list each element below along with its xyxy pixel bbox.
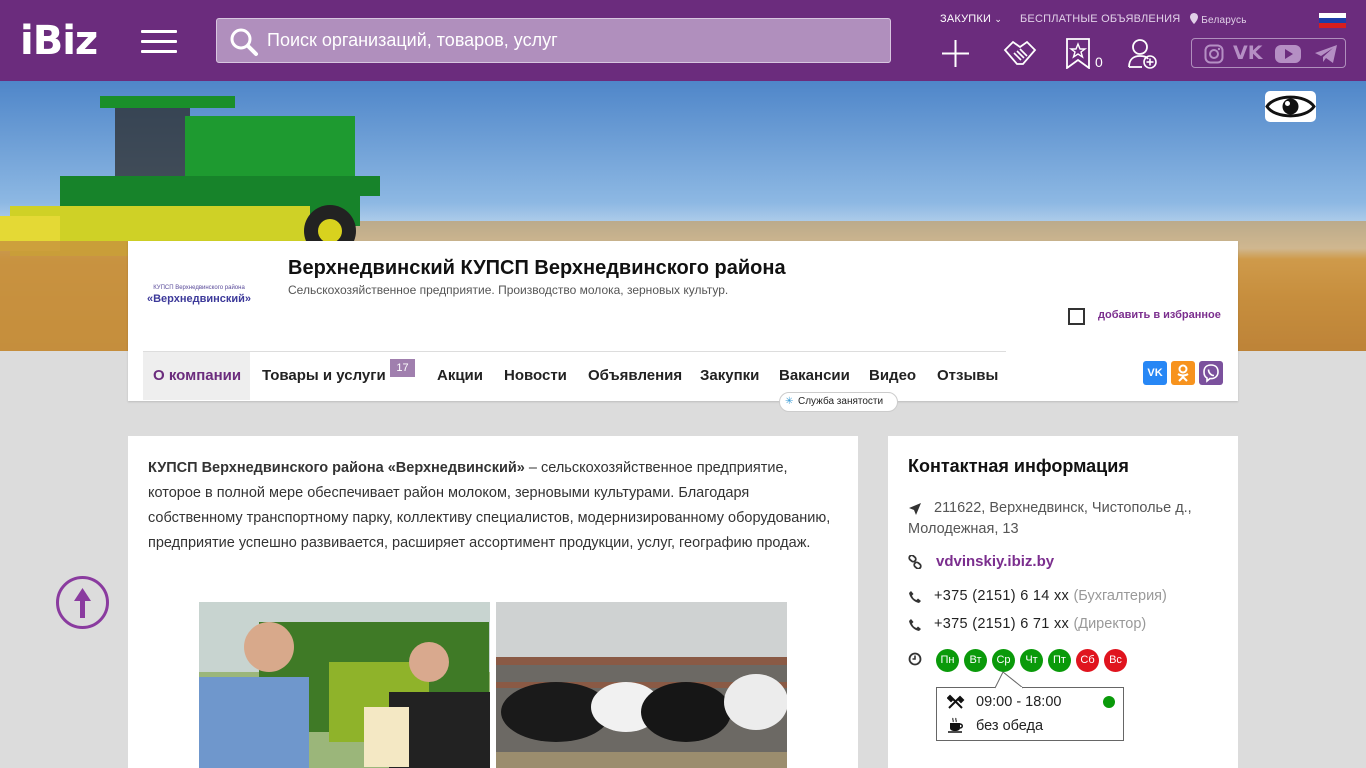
phone-number[interactable]: +375 (2151) 6 71 xx <box>934 616 1069 632</box>
add-icon[interactable] <box>940 38 971 69</box>
purchases-link[interactable]: ЗАКУПКИ ⌄ <box>940 13 1002 25</box>
search-input[interactable] <box>267 19 867 62</box>
photo-cows[interactable] <box>496 602 787 768</box>
day-sun[interactable]: Вс <box>1104 649 1127 672</box>
add-user-icon[interactable] <box>1128 38 1158 69</box>
tab-promotions[interactable]: Акции <box>437 367 483 384</box>
company-logo: КУПСП Верхнедвинского района «Верхнедвин… <box>144 285 254 305</box>
menu-icon[interactable] <box>141 30 177 54</box>
day-mon[interactable]: Пн <box>936 649 959 672</box>
company-card: КУПСП Верхнедвинского района «Верхнедвин… <box>128 241 1238 412</box>
phone-note: (Директор) <box>1073 616 1147 632</box>
ibiz-logo[interactable]: iBiz <box>20 18 98 64</box>
day-sat[interactable]: Сб <box>1076 649 1099 672</box>
day-wed[interactable]: Ср <box>992 649 1015 672</box>
phone-accounting[interactable]: +375 (2151) 6 14 xx (Бухгалтерия) <box>934 588 1167 604</box>
phone-director[interactable]: +375 (2151) 6 71 xx (Директор) <box>934 616 1146 632</box>
tab-ads[interactable]: Объявления <box>588 367 682 384</box>
phone-icon <box>909 591 921 603</box>
phone-icon <box>909 619 921 631</box>
scroll-top-button[interactable] <box>56 576 109 629</box>
employment-service-badge[interactable]: ✳ Служба занятости <box>779 392 898 412</box>
tabs-divider <box>143 351 1006 352</box>
about-section: КУПСП Верхнедвинского района «Верхнедвин… <box>128 436 858 768</box>
contact-address: 211622, Верхнедвинск, Чистополье д., Мол… <box>908 500 1192 537</box>
contacts-title: Контактная информация <box>908 456 1129 476</box>
add-favorite-checkbox[interactable] <box>1068 308 1085 325</box>
phone-number[interactable]: +375 (2151) 6 14 xx <box>934 588 1069 604</box>
working-hours: 09:00 - 18:00 <box>976 694 1062 710</box>
day-fri[interactable]: Пт <box>1048 649 1071 672</box>
snowflake-icon: ✳ <box>785 396 794 407</box>
company-subtitle: Сельскохозяйственное предприятие. Произв… <box>288 283 729 297</box>
company-logo-name: «Верхнедвинский» <box>146 293 252 305</box>
location-icon <box>1190 13 1198 24</box>
handshake-icon[interactable] <box>1003 38 1037 69</box>
search-icon <box>230 28 258 56</box>
arrow-up-icon <box>74 588 91 618</box>
accessibility-eye-icon[interactable] <box>1265 91 1316 122</box>
youtube-icon[interactable] <box>1275 44 1301 69</box>
favorites-icon[interactable] <box>1066 38 1090 69</box>
day-tue[interactable]: Вт <box>964 649 987 672</box>
about-lead: КУПСП Верхнедвинского района «Верхнедвин… <box>148 460 525 476</box>
language-flag-icon[interactable] <box>1319 13 1346 28</box>
link-icon <box>908 555 922 569</box>
top-bar: iBiz ЗАКУПКИ ⌄ БЕСПЛАТНЫЕ ОБЪЯВЛЕНИЯ Бел… <box>0 0 1366 81</box>
company-logo-caption: КУПСП Верхнедвинского района <box>153 285 245 291</box>
hours-pointer <box>995 671 1024 689</box>
social-links: VK <box>1191 38 1346 68</box>
employment-service-label: Служба занятости <box>798 396 884 407</box>
favorites-count: 0 <box>1095 54 1103 70</box>
share-viber-icon[interactable] <box>1199 361 1223 385</box>
working-hours-box: 09:00 - 18:00 без обеда <box>936 671 1124 741</box>
add-favorite-label[interactable]: добавить в избранное <box>1098 309 1221 321</box>
company-website-link[interactable]: vdvinskiy.ibiz.by <box>936 553 1054 570</box>
photo-award[interactable] <box>199 602 490 768</box>
tab-reviews[interactable]: Отзывы <box>937 367 998 384</box>
tab-products[interactable]: Товары и услуги <box>262 367 386 384</box>
phone-note: (Бухгалтерия) <box>1073 588 1167 604</box>
lunch-info: без обеда <box>976 718 1044 734</box>
tools-icon <box>947 694 965 709</box>
coffee-cup-icon <box>948 717 963 733</box>
tab-vacancies[interactable]: Вакансии <box>779 367 850 384</box>
clock-icon <box>908 652 922 666</box>
tab-purchases[interactable]: Закупки <box>700 367 759 384</box>
company-title: Верхнедвинский КУПСП Верхнедвинского рай… <box>288 257 786 279</box>
share-vk-icon[interactable]: VK <box>1143 361 1167 385</box>
search-box[interactable] <box>216 18 891 63</box>
day-thu[interactable]: Чт <box>1020 649 1043 672</box>
about-text: КУПСП Верхнедвинского района «Верхнедвин… <box>148 456 838 556</box>
tab-about[interactable]: О компании <box>143 352 250 400</box>
region-link[interactable]: Беларусь <box>1190 13 1247 26</box>
telegram-icon[interactable] <box>1314 44 1338 69</box>
tab-news[interactable]: Новости <box>504 367 567 384</box>
products-count-badge: 17 <box>390 359 415 377</box>
vk-icon[interactable]: VK <box>1233 42 1262 64</box>
share-ok-icon[interactable] <box>1171 361 1195 385</box>
instagram-icon[interactable] <box>1204 44 1224 69</box>
open-status-dot <box>1103 696 1115 708</box>
contacts-panel: Контактная информация 211622, Верхнедвин… <box>888 436 1238 768</box>
tab-video[interactable]: Видео <box>869 367 916 384</box>
free-ads-link[interactable]: БЕСПЛАТНЫЕ ОБЪЯВЛЕНИЯ <box>1020 13 1180 25</box>
